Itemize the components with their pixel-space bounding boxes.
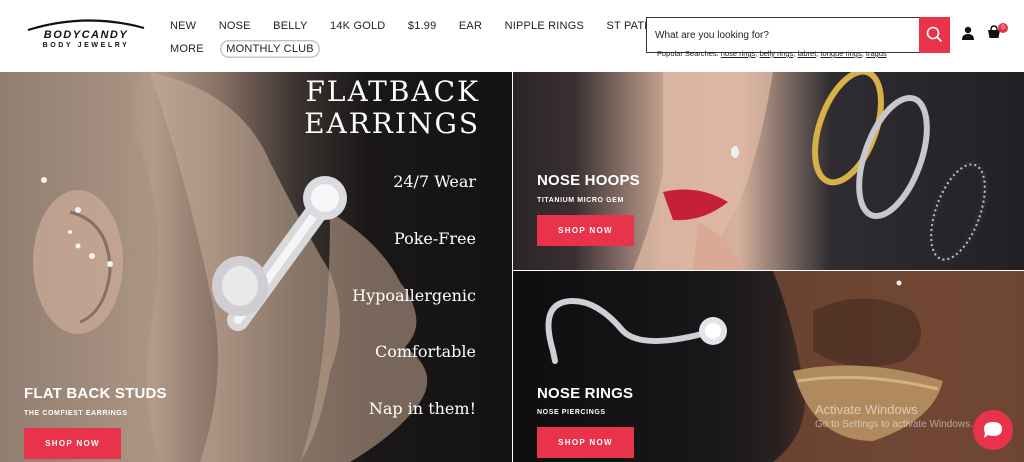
cart-count-badge: 0: [998, 23, 1008, 33]
shop-nose-rings-button[interactable]: SHOP NOW: [537, 427, 634, 458]
popular-searches-label: Popular Searches:: [657, 49, 719, 58]
nav-item-belly[interactable]: BELLY: [273, 20, 307, 32]
nav-item-ear[interactable]: EAR: [459, 20, 482, 32]
nav-item-nipple-rings[interactable]: NIPPLE RINGS: [505, 20, 584, 32]
chat-icon: [984, 422, 1002, 438]
nav-item-new[interactable]: NEW: [170, 20, 196, 32]
nose-hoops-title: NOSE HOOPS: [537, 172, 640, 189]
search-icon: [926, 26, 943, 43]
popular-link-nose-rings[interactable]: nose rings: [721, 49, 756, 58]
feature-poke-free: Poke-Free: [393, 229, 476, 248]
flat-back-studs-subtitle: THE COMFIEST EARRINGS: [24, 410, 128, 417]
windows-watermark-title: Activate Windows: [815, 402, 918, 417]
hero-nose-rings[interactable]: NOSE RINGS NOSE PIERCINGS SHOP NOW: [513, 271, 1024, 462]
logo-brand: BODYCANDY: [43, 29, 129, 41]
hero-flat-back-studs[interactable]: FLATBACK EARRINGS 24/7 Wear Poke-Free Hy…: [0, 72, 512, 462]
feature-comfortable: Comfortable: [374, 342, 476, 361]
popular-link-labret[interactable]: labret: [798, 49, 817, 58]
nav-item-more[interactable]: MORE: [170, 43, 204, 55]
shop-flat-back-studs-button[interactable]: SHOP NOW: [24, 428, 121, 459]
user-icon[interactable]: [962, 26, 974, 40]
nav-item-14k-gold[interactable]: 14K GOLD: [330, 20, 385, 32]
nose-rings-title: NOSE RINGS: [537, 385, 634, 402]
search-button[interactable]: [919, 17, 950, 53]
flat-back-studs-title: FLAT BACK STUDS: [24, 385, 167, 402]
popular-link-tongue-rings[interactable]: tongue rings: [820, 49, 861, 58]
logo-tagline: BODY JEWELRY: [42, 42, 130, 49]
popular-link-tragus[interactable]: tragus: [866, 49, 887, 58]
nav-item-199[interactable]: $1.99: [408, 20, 437, 32]
nose-hoops-subtitle: TITANIUM MICRO GEM: [537, 197, 624, 204]
feature-nap-in-them: Nap in them!: [368, 399, 476, 418]
nav-row-2: MORE MONTHLY CLUB: [170, 39, 338, 58]
nav-item-nose[interactable]: NOSE: [219, 20, 251, 32]
site-header: BODYCANDY BODY JEWELRY NEW NOSE BELLY 14…: [0, 0, 1024, 72]
popular-link-belly-rings[interactable]: belly rings: [760, 49, 794, 58]
search-box: [646, 17, 950, 53]
feature-24-7-wear: 24/7 Wear: [393, 172, 476, 191]
windows-watermark-subtitle: Go to Settings to activate Windows.: [815, 419, 973, 430]
flatback-title-line1: FLATBACK: [305, 75, 480, 108]
nav-item-monthly-club[interactable]: MONTHLY CLUB: [220, 40, 320, 58]
popular-searches: Popular Searches: nose rings, belly ring…: [657, 49, 887, 58]
search-input[interactable]: [655, 26, 913, 44]
nav-row-1: NEW NOSE BELLY 14K GOLD $1.99 EAR NIPPLE…: [170, 16, 725, 34]
chat-button[interactable]: [973, 410, 1013, 450]
flatback-banner-title: FLATBACK EARRINGS: [280, 76, 480, 140]
shop-nose-hoops-button[interactable]: SHOP NOW: [537, 215, 634, 246]
logo[interactable]: BODYCANDY BODY JEWELRY: [24, 18, 148, 54]
flatback-title-line2: EARRINGS: [304, 107, 480, 140]
nose-rings-subtitle: NOSE PIERCINGS: [537, 409, 606, 416]
feature-hypoallergenic: Hypoallergenic: [352, 286, 476, 305]
hero-nose-hoops[interactable]: NOSE HOOPS TITANIUM MICRO GEM SHOP NOW: [513, 72, 1024, 270]
